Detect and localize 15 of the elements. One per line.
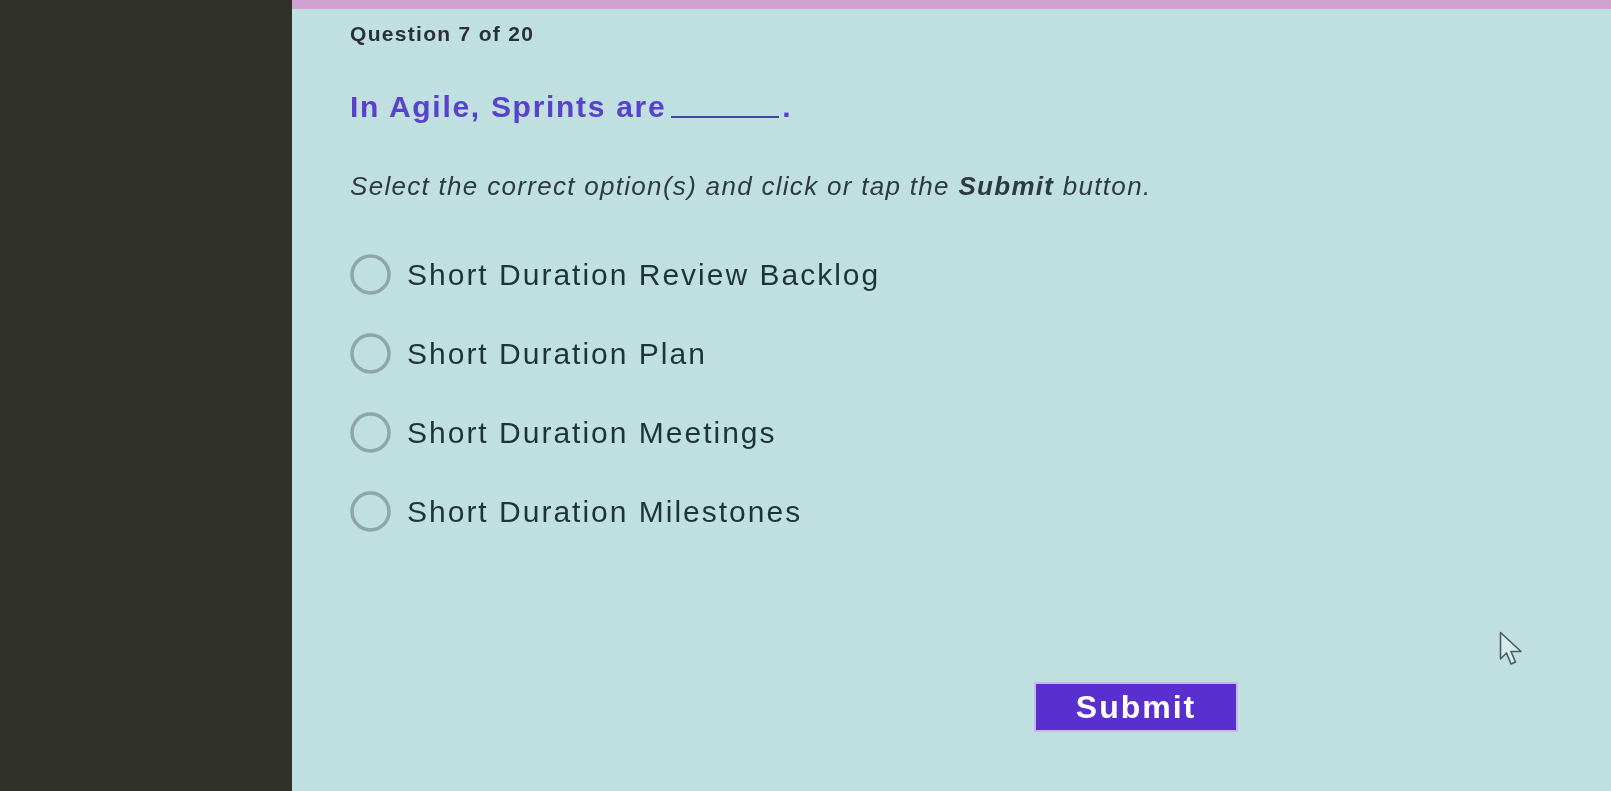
- radio-icon[interactable]: [350, 333, 391, 374]
- mouse-pointer-icon: [1499, 631, 1524, 667]
- question-counter: Question 7 of 20: [350, 21, 535, 47]
- question-text: In Agile, Sprints are: [350, 89, 667, 125]
- option-label[interactable]: Short Duration Meetings: [407, 413, 777, 452]
- radio-icon[interactable]: [350, 412, 391, 453]
- radio-icon[interactable]: [350, 254, 391, 295]
- option-label[interactable]: Short Duration Plan: [407, 334, 707, 373]
- option-label[interactable]: Short Duration Review Backlog: [407, 255, 881, 294]
- question-period: .: [782, 89, 791, 125]
- instruction-text: Select the correct option(s) and click or tap the Submit button.: [350, 170, 1152, 202]
- fill-in-line[interactable]: [671, 116, 780, 118]
- radio-icon[interactable]: [350, 491, 391, 532]
- option-label[interactable]: Short Duration Milestones: [407, 492, 803, 531]
- submit-button[interactable]: Submit: [1034, 682, 1238, 732]
